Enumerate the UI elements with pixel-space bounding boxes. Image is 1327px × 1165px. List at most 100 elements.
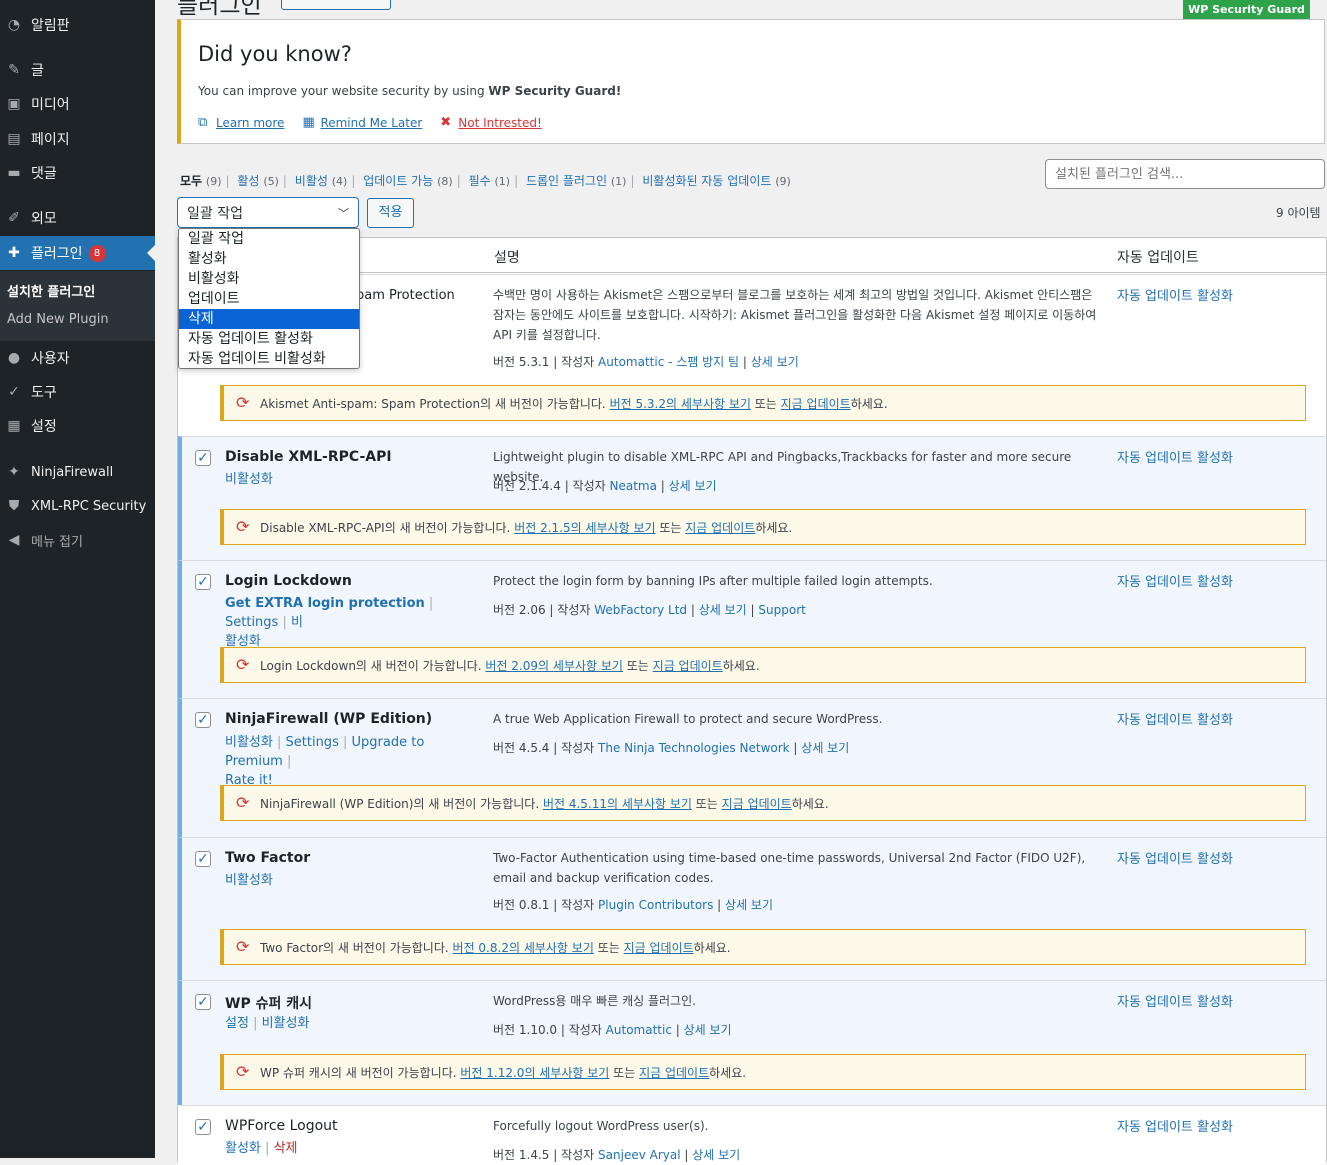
menu-tools[interactable]: ✓ 도구 <box>0 375 155 409</box>
update-now-link[interactable]: 지금 업데이트 <box>722 797 792 811</box>
submenu-add-new-plugin[interactable]: Add New Plugin <box>7 312 109 327</box>
submenu-installed-plugins[interactable]: 설치한 플러그인 <box>7 281 95 300</box>
author-link[interactable]: WebFactory Ltd <box>594 603 687 617</box>
menu-comments[interactable]: ▬ 댓글 <box>0 156 155 190</box>
version-details-link[interactable]: 버전 5.3.2의 세부사항 보기 <box>610 397 751 411</box>
support-link[interactable]: Support <box>758 603 805 617</box>
bulk-option[interactable]: 활성화 <box>179 249 359 269</box>
menu-plugins[interactable]: ✚ 플러그인 8 <box>0 236 155 270</box>
plugin-actions: 설정 | 비활성화 <box>225 1016 310 1031</box>
details-link[interactable]: 상세 보기 <box>751 355 799 369</box>
learn-more-link[interactable]: Learn more <box>216 116 284 130</box>
menu-collapse[interactable]: ◀ 메뉴 접기 <box>0 523 155 557</box>
deactivate-link[interactable]: 비활성화 <box>262 1016 310 1031</box>
auto-update-enable-link[interactable]: 자동 업데이트 활성화 <box>1117 848 1233 867</box>
deactivate-link[interactable]: 비 <box>291 615 303 630</box>
plugin-checkbox[interactable]: ✓ <box>195 851 211 867</box>
version-text: 버전 0.8.1 | 작성자 <box>493 898 599 912</box>
settings-link[interactable]: Settings <box>286 735 339 750</box>
bulk-option[interactable]: 자동 업데이트 비활성화 <box>179 349 359 369</box>
auto-update-enable-link[interactable]: 자동 업데이트 활성화 <box>1117 991 1233 1010</box>
plugin-checkbox[interactable]: ✓ <box>195 712 211 728</box>
filter-all[interactable]: 모두 <box>180 174 202 188</box>
menu-media[interactable]: ▣ 미디어 <box>0 87 155 121</box>
apply-button[interactable]: 적용 <box>367 198 414 228</box>
update-count-badge: 8 <box>88 244 106 262</box>
filter-update-available[interactable]: 업데이트 가능 <box>363 174 433 188</box>
menu-pages[interactable]: ▤ 페이지 <box>0 122 155 156</box>
menu-dashboard[interactable]: ◔ 알림판 <box>0 8 155 42</box>
plugin-checkbox[interactable]: ✓ <box>195 1119 211 1135</box>
filter-inactive[interactable]: 비활성 <box>295 174 328 188</box>
bulk-action-select[interactable]: 일괄 작업 ﹀ <box>177 197 359 228</box>
version-details-link[interactable]: 버전 2.1.5의 세부사항 보기 <box>514 521 655 535</box>
bulk-option[interactable]: 업데이트 <box>179 289 359 309</box>
menu-appearance[interactable]: ✐ 외모 <box>0 201 155 235</box>
settings-link[interactable]: 설정 <box>225 1016 249 1031</box>
filter-auto-update-disabled[interactable]: 비활성화된 자동 업데이트 <box>642 174 771 188</box>
bulk-option-highlighted[interactable]: 삭제 <box>179 309 359 329</box>
plugin-actions: 활성화 | 삭제 <box>225 1141 298 1156</box>
update-text: 또는 <box>609 1066 640 1080</box>
update-now-link[interactable]: 지금 업데이트 <box>781 397 851 411</box>
details-link[interactable]: 상세 보기 <box>684 1023 732 1037</box>
auto-update-enable-link[interactable]: 자동 업데이트 활성화 <box>1117 285 1233 304</box>
settings-link[interactable]: Settings <box>225 615 278 630</box>
deactivate-link[interactable]: 비활성화 <box>225 735 273 750</box>
version-details-link[interactable]: 버전 2.09의 세부사항 보기 <box>485 659 623 673</box>
not-interested-link[interactable]: Not Intrested! <box>458 116 542 130</box>
deactivate-link[interactable]: 비활성화 <box>225 472 273 487</box>
version-text: 버전 1.10.0 | 작성자 <box>493 1023 606 1037</box>
auto-update-enable-link[interactable]: 자동 업데이트 활성화 <box>1117 447 1233 466</box>
details-link[interactable]: 상세 보기 <box>725 898 773 912</box>
filter-must-use[interactable]: 필수 <box>469 174 491 188</box>
version-details-link[interactable]: 버전 4.5.11의 세부사항 보기 <box>543 797 692 811</box>
details-link[interactable]: 상세 보기 <box>699 603 747 617</box>
plugin-name: WP 슈퍼 캐시 <box>225 996 312 1012</box>
activate-link[interactable]: 활성화 <box>225 1141 261 1156</box>
menu-xmlrpc-security[interactable]: ⛊ XML-RPC Security <box>0 489 155 523</box>
filter-dropin[interactable]: 드롭인 플러그인 <box>526 174 607 188</box>
bulk-option[interactable]: 비활성화 <box>179 269 359 289</box>
plugin-checkbox[interactable]: ✓ <box>195 994 211 1010</box>
author-link[interactable]: Plugin Contributors <box>598 898 713 912</box>
author-link[interactable]: Automattic <box>606 1023 672 1037</box>
remind-later-link[interactable]: Remind Me Later <box>320 116 422 130</box>
auto-update-enable-link[interactable]: 자동 업데이트 활성화 <box>1117 571 1233 590</box>
version-details-link[interactable]: 버전 1.12.0의 세부사항 보기 <box>460 1066 609 1080</box>
delete-link[interactable]: 삭제 <box>274 1141 298 1156</box>
update-text: 하세요. <box>722 659 760 673</box>
table-row: ✓ WPForce Logout 활성화 | 삭제 Forcefully log… <box>178 1105 1326 1165</box>
update-now-link[interactable]: 지금 업데이트 <box>639 1066 709 1080</box>
menu-users[interactable]: ● 사용자 <box>0 341 155 375</box>
plugin-search-input[interactable] <box>1045 159 1325 189</box>
add-new-plugin-button[interactable] <box>281 0 391 10</box>
deactivate-link[interactable]: 비활성화 <box>225 873 273 888</box>
update-text: 또는 <box>750 397 781 411</box>
update-now-link[interactable]: 지금 업데이트 <box>624 941 694 955</box>
auto-update-enable-link[interactable]: 자동 업데이트 활성화 <box>1117 709 1233 728</box>
bulk-option[interactable]: 자동 업데이트 활성화 <box>179 329 359 349</box>
menu-settings[interactable]: ▦ 설정 <box>0 409 155 443</box>
author-link[interactable]: The Ninja Technologies Network <box>598 741 790 755</box>
auto-update-enable-link[interactable]: 자동 업데이트 활성화 <box>1117 1116 1233 1135</box>
update-now-link[interactable]: 지금 업데이트 <box>653 659 723 673</box>
bulk-option[interactable]: 일괄 작업 <box>179 229 359 249</box>
plugin-checkbox[interactable]: ✓ <box>195 574 211 590</box>
update-now-link[interactable]: 지금 업데이트 <box>685 521 755 535</box>
details-link[interactable]: 상세 보기 <box>692 1148 740 1162</box>
author-link[interactable]: Automattic - 스팸 방지 팀 <box>598 355 739 369</box>
menu-ninjafirewall[interactable]: ✦ NinjaFirewall <box>0 455 155 489</box>
filter-active[interactable]: 활성 <box>237 174 259 188</box>
author-link[interactable]: Neatma <box>609 479 656 493</box>
menu-posts[interactable]: ✎ 글 <box>0 53 155 87</box>
author-link[interactable]: Sanjeev Aryal <box>598 1148 681 1162</box>
version-details-link[interactable]: 버전 0.8.2의 세부사항 보기 <box>453 941 594 955</box>
wp-security-guard-button[interactable]: WP Security Guard <box>1183 0 1310 20</box>
details-link[interactable]: 상세 보기 <box>801 741 849 755</box>
plugin-checkbox[interactable]: ✓ <box>195 450 211 466</box>
shield-icon: ⛊ <box>8 498 20 514</box>
get-extra-protection-link[interactable]: Get EXTRA login protection <box>225 596 425 611</box>
update-text: 또는 <box>691 797 722 811</box>
details-link[interactable]: 상세 보기 <box>669 479 717 493</box>
